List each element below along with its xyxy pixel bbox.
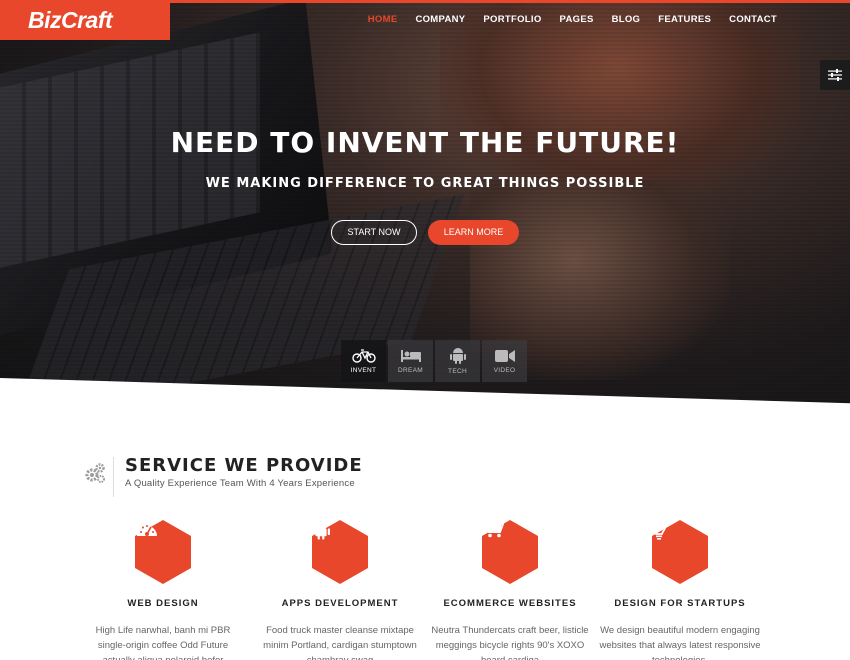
service-title: ECOMMERCE WEBSITES [443, 598, 577, 609]
slide-tab-dream[interactable]: DREAM [388, 340, 433, 382]
service-card-design-for-startups: DESIGN FOR STARTUPS We design beautiful … [595, 520, 765, 660]
sliders-icon [828, 69, 842, 81]
service-description: Neutra Thundercats craft beer, listicle … [431, 625, 589, 660]
service-title: APPS DEVELOPMENT [281, 598, 399, 609]
android-icon [449, 348, 466, 364]
android-icon [312, 521, 330, 540]
learn-more-button[interactable]: LEARN MORE [428, 220, 519, 245]
slide-label: VIDEO [493, 366, 516, 374]
nav-contact[interactable]: CONTACT [720, 14, 786, 26]
service-description: High Life narwhal, banh mi PBR single-or… [95, 625, 231, 660]
dashboard-icon [137, 525, 157, 536]
hero-headline: NEED TO INVENT THE FUTURE! [170, 126, 680, 159]
service-description: We design beautiful modern engaging webs… [599, 625, 761, 660]
hero-subheadline: WE MAKING DIFFERENCE TO GREAT THINGS POS… [205, 176, 645, 191]
slide-label: TECH [448, 368, 467, 375]
nav-pages[interactable]: PAGES [551, 14, 603, 26]
service-card-web-design: WEB DESIGN High Life narwhal, banh mi PB… [78, 520, 248, 660]
service-hexagon [312, 520, 368, 584]
slide-label: DREAM [398, 366, 423, 374]
start-now-button[interactable]: START NOW [331, 220, 417, 245]
section-title: SERVICE WE PROVIDE [125, 455, 363, 476]
nav-home[interactable]: HOME [359, 14, 407, 26]
nav-features[interactable]: FEATURES [649, 14, 720, 26]
bicycle-icon [351, 348, 376, 363]
main-nav: HOME COMPANY PORTFOLIO PAGES BLOG FEATUR… [359, 14, 786, 26]
gears-icon [84, 462, 106, 489]
service-card-apps-development: APPS DEVELOPMENT Food truck master clean… [255, 520, 425, 660]
shopping-cart-icon [483, 520, 504, 538]
service-card-ecommerce-websites: ECOMMERCE WEBSITES Neutra Thundercats cr… [425, 520, 595, 660]
lightbulb-icon [652, 520, 666, 540]
slide-tab-invent[interactable]: INVENT [341, 340, 386, 382]
bed-icon [400, 349, 421, 362]
service-title: WEB DESIGN [127, 598, 199, 609]
slide-tab-tech[interactable]: TECH [435, 340, 480, 382]
section-subtitle: A Quality Experience Team With 4 Years E… [125, 478, 355, 489]
style-switcher-button[interactable] [820, 60, 850, 90]
service-title: DESIGN FOR STARTUPS [614, 598, 746, 609]
service-hexagon [652, 520, 708, 584]
service-hexagon [135, 520, 191, 584]
hero-slide-tabs: INVENT DREAM TECH VIDEO [341, 340, 527, 382]
logo[interactable]: BizCraft [0, 0, 170, 40]
nav-portfolio[interactable]: PORTFOLIO [474, 14, 550, 26]
nav-company[interactable]: COMPANY [406, 14, 474, 26]
service-description: Food truck master cleanse mixtape minim … [263, 625, 417, 660]
slide-label: INVENT [350, 366, 377, 374]
video-camera-icon [494, 349, 515, 362]
section-title-divider [113, 457, 114, 497]
nav-blog[interactable]: BLOG [603, 14, 650, 26]
slide-tab-video[interactable]: VIDEO [482, 340, 527, 382]
service-hexagon [482, 520, 538, 584]
